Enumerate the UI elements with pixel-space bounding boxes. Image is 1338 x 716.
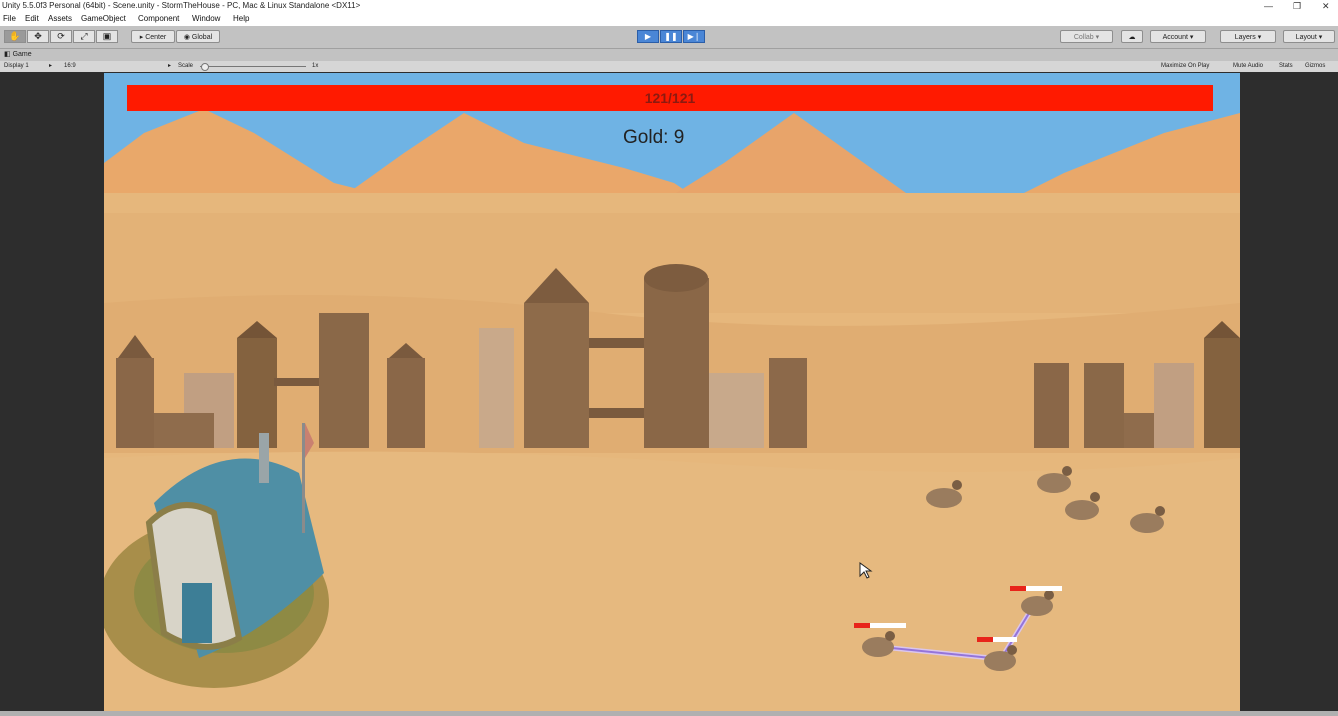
pause-button[interactable]: ❚❚ — [660, 30, 682, 43]
chevron-down-icon: ▾ — [1095, 34, 1100, 41]
minimize-icon[interactable]: — — [1264, 0, 1273, 12]
chevron-down-icon: ▾ — [1257, 34, 1262, 41]
restore-icon[interactable]: ❐ — [1293, 0, 1301, 12]
chevron-down-icon: ▾ — [1189, 34, 1194, 41]
step-button[interactable]: ▶❘ — [683, 30, 705, 43]
display-dropdown[interactable]: Display 1 — [4, 61, 29, 72]
gold-counter: Gold: 9 — [623, 127, 685, 148]
rect-tool-icon[interactable]: ▣ — [96, 30, 118, 43]
house-health-text: 121/121 — [644, 90, 696, 106]
collab-dropdown[interactable]: Collab ▾ — [1060, 30, 1113, 43]
collab-label: Collab — [1073, 34, 1094, 41]
menu-help[interactable]: Help — [233, 12, 249, 26]
globe-icon: ◉ — [183, 34, 190, 41]
menu-assets[interactable]: Assets — [48, 12, 72, 26]
aspect-dropdown-arrow-icon: ▸ — [168, 63, 172, 69]
main-toolbar: ✋ ✥ ⟳ ⤢ ▣ ▸ Center ◉ Global ▶ ❚❚ ▶❘ Coll… — [0, 26, 1338, 49]
stats-toggle[interactable]: Stats — [1279, 61, 1293, 72]
maximize-on-play-toggle[interactable]: Maximize On Play — [1161, 61, 1209, 72]
layout-label: Layout — [1295, 34, 1317, 41]
menu-bar: File Edit Assets GameObject Component Wi… — [0, 12, 1338, 26]
display-dropdown-arrow-icon: ▸ — [49, 63, 53, 69]
game-scene — [104, 73, 1240, 711]
account-dropdown[interactable]: Account ▾ — [1150, 30, 1206, 43]
chevron-down-icon: ▾ — [1318, 34, 1323, 41]
aspect-dropdown[interactable]: 16:9 — [64, 61, 76, 72]
game-tab-label: Game — [12, 51, 32, 58]
enemy-health-bar — [1010, 586, 1062, 591]
status-bar — [0, 711, 1338, 716]
menu-component[interactable]: Component — [138, 12, 179, 26]
hand-tool-icon[interactable]: ✋ — [4, 30, 26, 43]
cloud-button[interactable]: ☁ — [1121, 30, 1143, 43]
layout-dropdown[interactable]: Layout ▾ — [1283, 30, 1335, 43]
close-icon[interactable]: ✕ — [1322, 0, 1330, 12]
game-tab[interactable]: ◧ Game — [4, 49, 32, 61]
menu-window[interactable]: Window — [192, 12, 220, 26]
cloud-icon: ☁ — [1128, 34, 1136, 41]
move-tool-icon[interactable]: ✥ — [27, 30, 49, 43]
space-toggle-button[interactable]: ◉ Global — [176, 30, 220, 43]
rotate-tool-icon[interactable]: ⟳ — [50, 30, 72, 43]
menu-gameobject[interactable]: GameObject — [81, 12, 126, 26]
account-label: Account — [1162, 34, 1188, 41]
layers-dropdown[interactable]: Layers ▾ — [1220, 30, 1276, 43]
scale-label: Scale — [178, 63, 194, 69]
pivot-label: Center — [145, 34, 167, 41]
menu-file[interactable]: File — [3, 12, 16, 26]
space-label: Global — [191, 34, 213, 41]
play-button[interactable]: ▶ — [637, 30, 659, 43]
enemy-health-bar — [854, 623, 906, 628]
scale-slider-thumb[interactable] — [201, 63, 209, 71]
window-title: Unity 5.5.0f3 Personal (64bit) - Scene.u… — [2, 1, 361, 10]
pivot-icon: ▸ — [139, 34, 144, 41]
pivot-toggle-button[interactable]: ▸ Center — [131, 30, 175, 43]
game-tab-icon: ◧ — [4, 51, 11, 58]
window-titlebar: Unity 5.5.0f3 Personal (64bit) - Scene.u… — [0, 0, 1338, 12]
game-tab-bar: ◧ Game — [0, 49, 1338, 61]
menu-edit[interactable]: Edit — [25, 12, 39, 26]
scale-tool-icon[interactable]: ⤢ — [73, 30, 95, 43]
game-view[interactable]: 121/121 Gold: 9 — [104, 73, 1240, 711]
house-health-bar: 121/121 — [127, 85, 1213, 111]
scale-value: 1x — [312, 63, 319, 69]
mute-audio-toggle[interactable]: Mute Audio — [1233, 61, 1263, 72]
enemy-health-bar — [977, 637, 1017, 642]
scale-slider[interactable] — [200, 61, 306, 72]
layers-label: Layers — [1234, 34, 1256, 41]
gizmos-toggle[interactable]: Gizmos — [1305, 61, 1325, 72]
